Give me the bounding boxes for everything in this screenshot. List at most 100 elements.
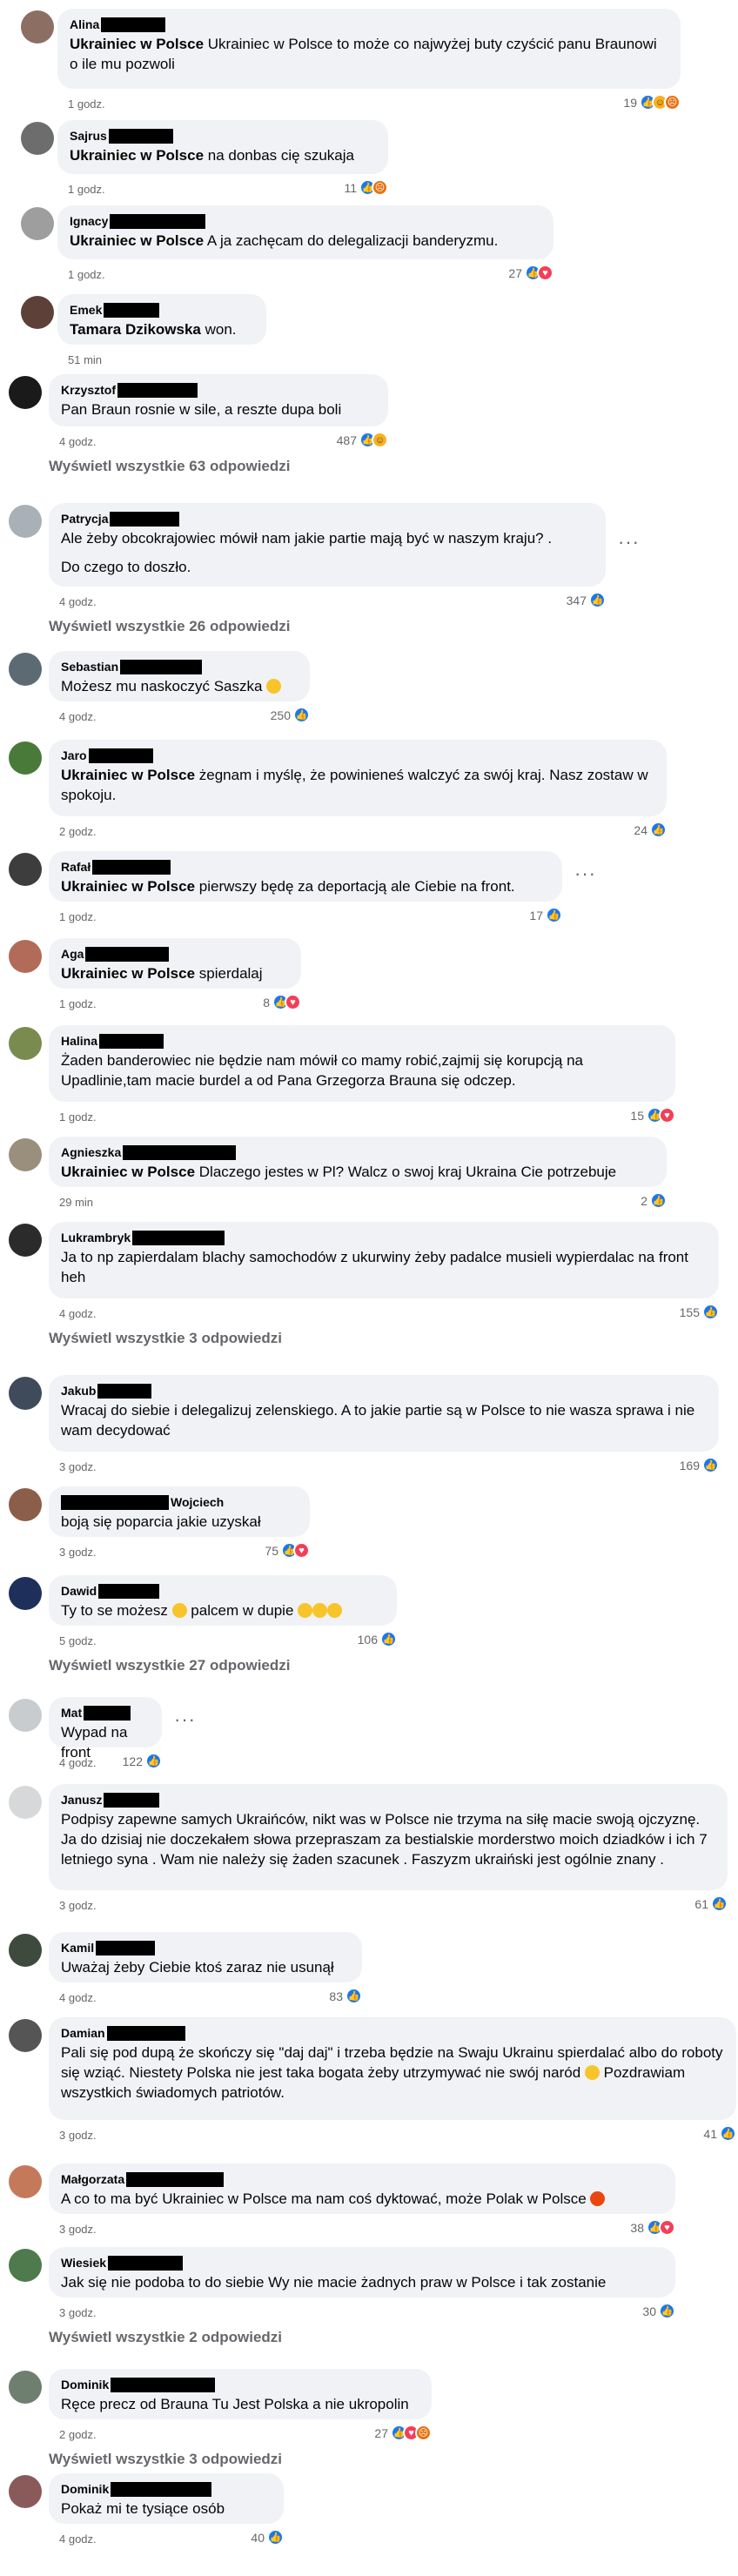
reaction-summary[interactable]: 83 👍 [329, 1988, 362, 2004]
avatar[interactable] [9, 653, 42, 686]
comment-author[interactable]: Mat [61, 1705, 150, 1721]
comment-author[interactable]: Dawid [61, 1583, 385, 1599]
comment-timestamp[interactable]: 4 godz. [59, 1307, 97, 1320]
avatar[interactable] [9, 1934, 42, 1967]
comment-author[interactable]: Dominik [61, 2481, 272, 2497]
comment-author[interactable]: Aga [61, 946, 289, 962]
reaction-summary[interactable]: 30 👍 [642, 2303, 675, 2319]
avatar[interactable] [9, 1786, 42, 1819]
avatar[interactable] [9, 1488, 42, 1521]
view-all-replies-link[interactable]: Wyświetl wszystkie 3 odpowiedzi [49, 2451, 282, 2468]
avatar[interactable] [9, 1027, 42, 1060]
avatar[interactable] [9, 2371, 42, 2404]
reaction-summary[interactable]: 122 👍 [123, 1753, 162, 1769]
reaction-summary[interactable]: 40 👍 [251, 2529, 284, 2546]
more-options-icon[interactable]: ··· [174, 1708, 196, 1731]
avatar[interactable] [9, 853, 42, 886]
author-name[interactable]: Halina [61, 1033, 97, 1049]
author-name[interactable]: Małgorzata [61, 2171, 124, 2187]
author-name[interactable]: Lukrambryk [61, 1230, 131, 1245]
comment-timestamp[interactable]: 1 godz. [59, 997, 97, 1010]
comment-author[interactable]: Ignacy [70, 213, 541, 229]
avatar[interactable] [9, 1577, 42, 1610]
avatar[interactable] [9, 940, 42, 973]
comment-timestamp[interactable]: 1 godz. [68, 97, 105, 111]
comment-timestamp[interactable]: 2 godz. [59, 2428, 97, 2441]
reaction-summary[interactable]: 61 👍 [694, 1895, 728, 1912]
reaction-summary[interactable]: 15 👍 ♥ [630, 1107, 675, 1124]
reaction-summary[interactable]: 155 👍 [680, 1304, 719, 1320]
reaction-summary[interactable]: 19 👍 ☺ ☹ [623, 94, 681, 111]
mention-tag[interactable]: Ukrainiec w Polsce [61, 767, 195, 783]
comment-author[interactable]: Wojciech [61, 1494, 298, 1510]
avatar[interactable] [21, 10, 54, 44]
author-name[interactable]: Jaro [61, 748, 87, 763]
reaction-summary[interactable]: 11 👍 ☹ [344, 179, 388, 196]
comment-author[interactable]: Alina [70, 17, 668, 32]
avatar[interactable] [21, 122, 54, 155]
reaction-summary[interactable]: 169 👍 [680, 1457, 719, 1473]
avatar[interactable] [9, 741, 42, 775]
mention-tag[interactable]: Ukrainiec w Polsce [61, 1164, 195, 1180]
mention-tag[interactable]: Tamara Dzikowska [70, 321, 201, 338]
avatar[interactable] [9, 1699, 42, 1732]
comment-author[interactable]: Jaro [61, 748, 654, 763]
reaction-summary[interactable]: 8 👍 ♥ [263, 994, 301, 1010]
reaction-summary[interactable]: 106 👍 [358, 1631, 397, 1647]
comment-author[interactable]: Wiesiek [61, 2255, 663, 2271]
mention-tag[interactable]: Ukrainiec w Polsce [70, 147, 204, 164]
comment-author[interactable]: Małgorzata [61, 2171, 663, 2187]
avatar[interactable] [9, 1377, 42, 1410]
author-name[interactable]: Dominik [61, 2481, 109, 2497]
reaction-summary[interactable]: 17 👍 [529, 907, 562, 923]
view-all-replies-link[interactable]: Wyświetl wszystkie 27 odpowiedzi [49, 1657, 290, 1674]
comment-author[interactable]: Emek [70, 302, 254, 318]
author-name[interactable]: Mat [61, 1705, 82, 1721]
reaction-summary[interactable]: 38 👍 ♥ [630, 2219, 675, 2236]
avatar[interactable] [21, 296, 54, 329]
reaction-summary[interactable]: 41 👍 [703, 2125, 736, 2142]
more-options-icon[interactable]: ··· [574, 862, 596, 885]
avatar[interactable] [9, 2475, 42, 2508]
comment-timestamp[interactable]: 4 godz. [59, 710, 97, 723]
author-name[interactable]: Dawid [61, 1583, 97, 1599]
author-name[interactable]: Patrycja [61, 511, 108, 527]
author-name[interactable]: Aga [61, 946, 84, 962]
avatar[interactable] [9, 2249, 42, 2282]
comment-timestamp[interactable]: 1 godz. [68, 268, 105, 281]
comment-timestamp[interactable]: 5 godz. [59, 1634, 97, 1647]
mention-tag[interactable]: Ukrainiec w Polsce [70, 36, 204, 52]
comment-author[interactable]: Janusz [61, 1792, 715, 1808]
comment-author[interactable]: Damian [61, 2025, 724, 2041]
avatar[interactable] [9, 2019, 42, 2052]
comment-timestamp[interactable]: 3 godz. [59, 1899, 97, 1912]
comment-timestamp[interactable]: 4 godz. [59, 1756, 97, 1769]
comment-timestamp[interactable]: 4 godz. [59, 2532, 97, 2546]
comment-timestamp[interactable]: 4 godz. [59, 1991, 97, 2004]
reaction-summary[interactable]: 487 👍 ☺ [337, 432, 388, 448]
avatar[interactable] [21, 207, 54, 240]
comment-author[interactable]: Rafał [61, 859, 550, 875]
avatar[interactable] [9, 1138, 42, 1171]
author-name[interactable]: Janusz [61, 1792, 102, 1808]
comment-timestamp[interactable]: 1 godz. [59, 1110, 97, 1124]
view-all-replies-link[interactable]: Wyświetl wszystkie 3 odpowiedzi [49, 1330, 282, 1347]
comment-author[interactable]: Kamil [61, 1940, 350, 1955]
author-name[interactable]: Agnieszka [61, 1144, 121, 1160]
view-all-replies-link[interactable]: Wyświetl wszystkie 2 odpowiedzi [49, 2329, 282, 2346]
comment-timestamp[interactable]: 1 godz. [59, 910, 97, 923]
comment-timestamp[interactable]: 29 min [59, 1196, 93, 1209]
comment-timestamp[interactable]: 3 godz. [59, 2129, 97, 2142]
comment-author[interactable]: Lukrambryk [61, 1230, 707, 1245]
author-name[interactable]: Sebastian [61, 659, 118, 674]
mention-tag[interactable]: Ukrainiec w Polsce [61, 965, 195, 982]
author-name[interactable]: Damian [61, 2025, 105, 2041]
avatar[interactable] [9, 2165, 42, 2198]
comment-author[interactable]: Sajrus [70, 128, 376, 144]
comment-author[interactable]: Dominik [61, 2377, 419, 2392]
mention-tag[interactable]: Ukrainiec w Polsce [61, 878, 195, 895]
author-name[interactable]: Dominik [61, 2377, 109, 2392]
reaction-summary[interactable]: 347 👍 [567, 592, 606, 608]
comment-author[interactable]: Agnieszka [61, 1144, 654, 1160]
reaction-summary[interactable]: 250 👍 [271, 707, 310, 723]
